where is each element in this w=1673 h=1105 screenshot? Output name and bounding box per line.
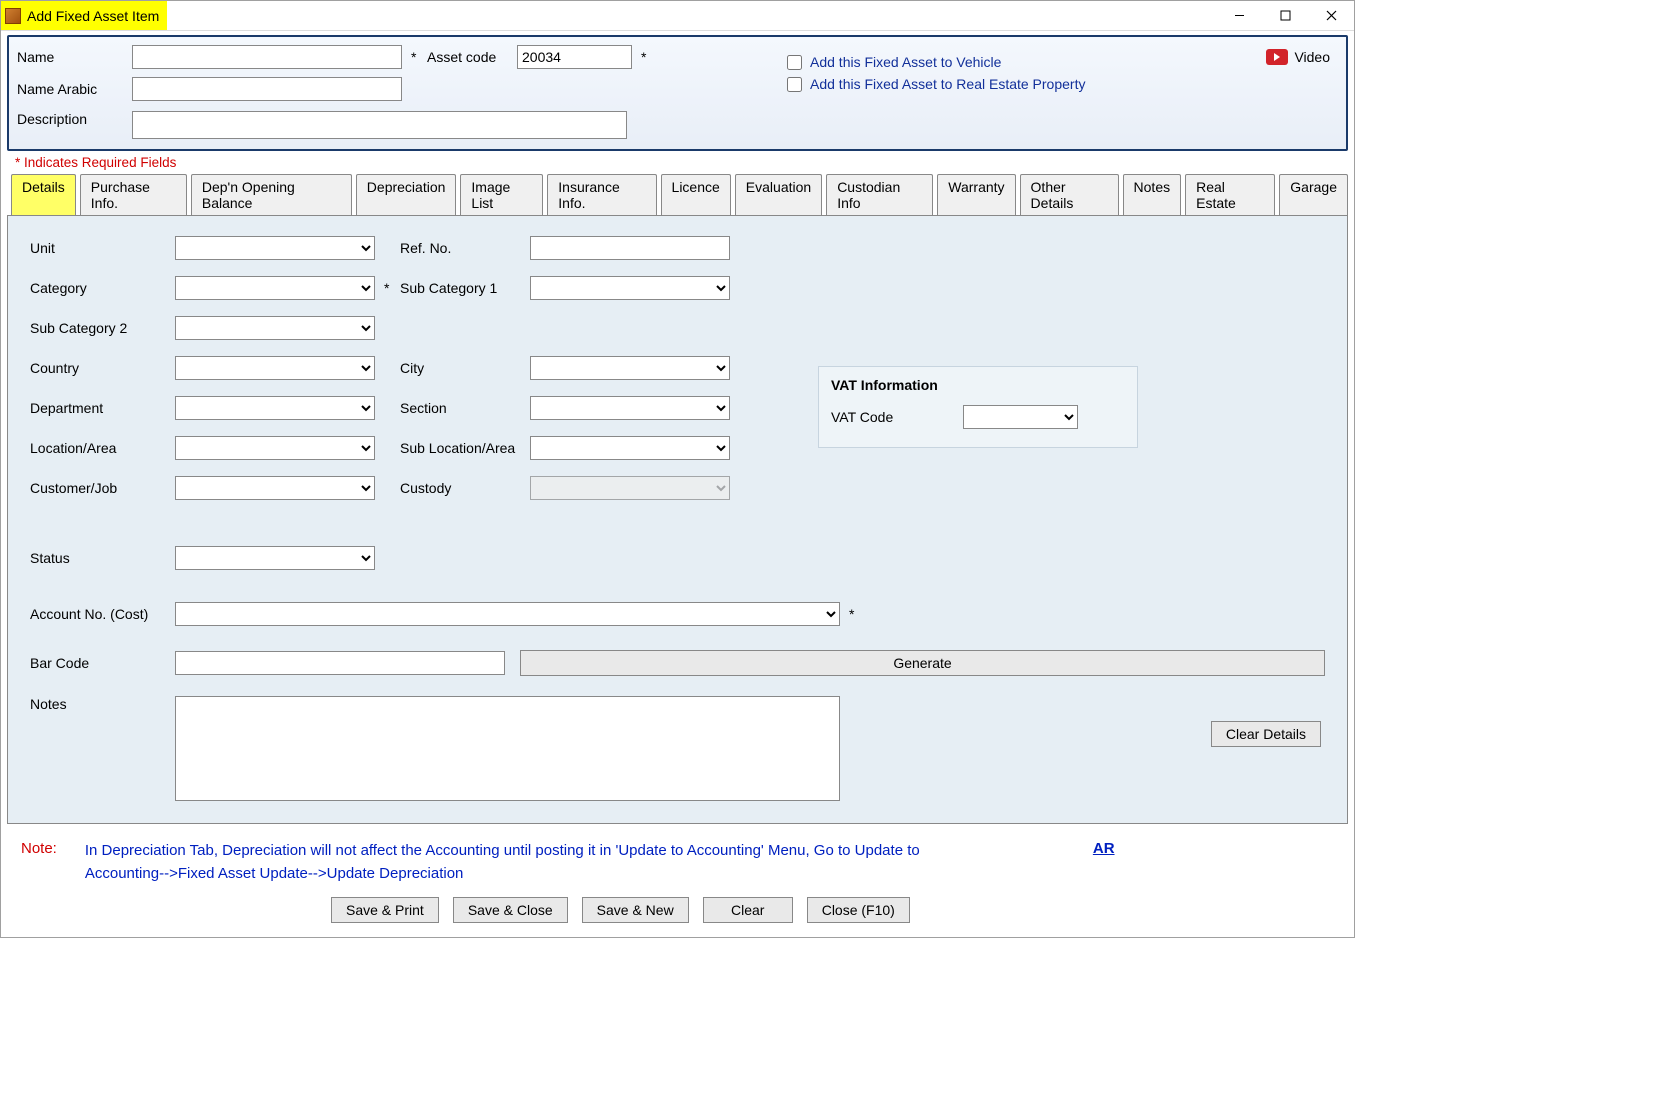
app-window: Add Fixed Asset Item Name * Asset code * — [0, 0, 1355, 938]
maximize-button[interactable] — [1262, 1, 1308, 31]
category-required: * — [380, 280, 400, 296]
tab-body-details: Unit Ref. No. Category * Sub Category 1 … — [7, 215, 1348, 824]
minimize-button[interactable] — [1216, 1, 1262, 31]
notes-input[interactable] — [175, 696, 840, 801]
chk-realestate-label: Add this Fixed Asset to Real Estate Prop… — [810, 76, 1085, 92]
tab-licence[interactable]: Licence — [661, 174, 731, 215]
custody-label: Custody — [400, 480, 530, 496]
tab-insurance-info-[interactable]: Insurance Info. — [547, 174, 656, 215]
window-controls — [1216, 1, 1354, 31]
department-label: Department — [30, 400, 175, 416]
status-select[interactable] — [175, 546, 375, 570]
tab-garage[interactable]: Garage — [1279, 174, 1348, 215]
refno-input[interactable] — [530, 236, 730, 260]
vat-code-label: VAT Code — [831, 409, 893, 425]
footer-note: Note: In Depreciation Tab, Depreciation … — [1, 830, 1354, 893]
tab-custodian-info[interactable]: Custodian Info — [826, 174, 933, 215]
category-select[interactable] — [175, 276, 375, 300]
barcode-label: Bar Code — [30, 655, 175, 671]
status-label: Status — [30, 550, 175, 566]
asset-code-label: Asset code — [427, 49, 517, 65]
chk-realestate[interactable]: Add this Fixed Asset to Real Estate Prop… — [787, 76, 1266, 92]
tab-warranty[interactable]: Warranty — [937, 174, 1015, 215]
vat-info-panel: VAT Information VAT Code — [818, 366, 1138, 448]
vat-info-title: VAT Information — [831, 377, 1125, 393]
sublocation-select[interactable] — [530, 436, 730, 460]
account-required: * — [845, 606, 865, 622]
name-arabic-input[interactable] — [132, 77, 402, 101]
header-panel: Name * Asset code * Add this Fixed Asset… — [7, 35, 1348, 151]
sublocation-label: Sub Location/Area — [400, 440, 530, 456]
account-select[interactable] — [175, 602, 840, 626]
close-button[interactable] — [1308, 1, 1354, 31]
name-label: Name — [17, 49, 132, 65]
tab-notes[interactable]: Notes — [1123, 174, 1182, 215]
city-label: City — [400, 360, 530, 376]
chk-vehicle[interactable]: Add this Fixed Asset to Vehicle — [787, 54, 1266, 70]
tab-details[interactable]: Details — [11, 174, 76, 215]
custody-select — [530, 476, 730, 500]
chk-realestate-box[interactable] — [787, 77, 802, 92]
chk-vehicle-label: Add this Fixed Asset to Vehicle — [810, 54, 1001, 70]
chk-vehicle-box[interactable] — [787, 55, 802, 70]
location-select[interactable] — [175, 436, 375, 460]
category-label: Category — [30, 280, 175, 296]
tab-real-estate[interactable]: Real Estate — [1185, 174, 1275, 215]
barcode-input[interactable] — [175, 651, 505, 675]
unit-select[interactable] — [175, 236, 375, 260]
tab-other-details[interactable]: Other Details — [1020, 174, 1119, 215]
section-select[interactable] — [530, 396, 730, 420]
window-title: Add Fixed Asset Item — [27, 8, 159, 24]
tab-depreciation[interactable]: Depreciation — [356, 174, 457, 215]
clear-details-button[interactable]: Clear Details — [1211, 721, 1321, 747]
tab-strip: DetailsPurchase Info.Dep'n Opening Balan… — [11, 174, 1348, 215]
refno-label: Ref. No. — [400, 240, 530, 256]
tab-dep-n-opening-balance[interactable]: Dep'n Opening Balance — [191, 174, 352, 215]
subcat2-select[interactable] — [175, 316, 375, 340]
note-text: In Depreciation Tab, Depreciation will n… — [85, 840, 955, 885]
country-select[interactable] — [175, 356, 375, 380]
customer-label: Customer/Job — [30, 480, 175, 496]
titlebar: Add Fixed Asset Item — [1, 1, 1354, 31]
unit-label: Unit — [30, 240, 175, 256]
subcat1-select[interactable] — [530, 276, 730, 300]
customer-select[interactable] — [175, 476, 375, 500]
asset-code-input[interactable] — [517, 45, 632, 69]
country-label: Country — [30, 360, 175, 376]
close-f10-button[interactable]: Close (F10) — [807, 897, 910, 923]
name-required: * — [407, 49, 427, 65]
city-select[interactable] — [530, 356, 730, 380]
tab-evaluation[interactable]: Evaluation — [735, 174, 822, 215]
note-label: Note: — [21, 840, 57, 857]
bottom-button-bar: Save & Print Save & Close Save & New Cle… — [1, 893, 1354, 937]
description-label: Description — [17, 111, 132, 127]
account-label: Account No. (Cost) — [30, 606, 175, 622]
tab-purchase-info-[interactable]: Purchase Info. — [80, 174, 187, 215]
video-link[interactable]: Video — [1266, 49, 1338, 65]
description-input[interactable] — [132, 111, 627, 139]
ar-link[interactable]: AR — [1093, 840, 1115, 857]
clear-button[interactable]: Clear — [703, 897, 793, 923]
asset-code-required: * — [637, 49, 657, 65]
subcat1-label: Sub Category 1 — [400, 280, 530, 296]
subcat2-label: Sub Category 2 — [30, 320, 175, 336]
video-label: Video — [1294, 49, 1330, 65]
save-print-button[interactable]: Save & Print — [331, 897, 439, 923]
generate-button[interactable]: Generate — [520, 650, 1325, 676]
vat-code-select[interactable] — [963, 405, 1078, 429]
department-select[interactable] — [175, 396, 375, 420]
section-label: Section — [400, 400, 530, 416]
save-close-button[interactable]: Save & Close — [453, 897, 568, 923]
youtube-icon — [1266, 49, 1288, 65]
app-icon — [5, 8, 21, 24]
location-label: Location/Area — [30, 440, 175, 456]
required-fields-note: * Indicates Required Fields — [15, 155, 1354, 170]
save-new-button[interactable]: Save & New — [582, 897, 689, 923]
name-arabic-label: Name Arabic — [17, 81, 132, 97]
titlebar-left: Add Fixed Asset Item — [1, 1, 167, 30]
notes-label: Notes — [30, 696, 175, 712]
tab-image-list[interactable]: Image List — [460, 174, 543, 215]
name-input[interactable] — [132, 45, 402, 69]
